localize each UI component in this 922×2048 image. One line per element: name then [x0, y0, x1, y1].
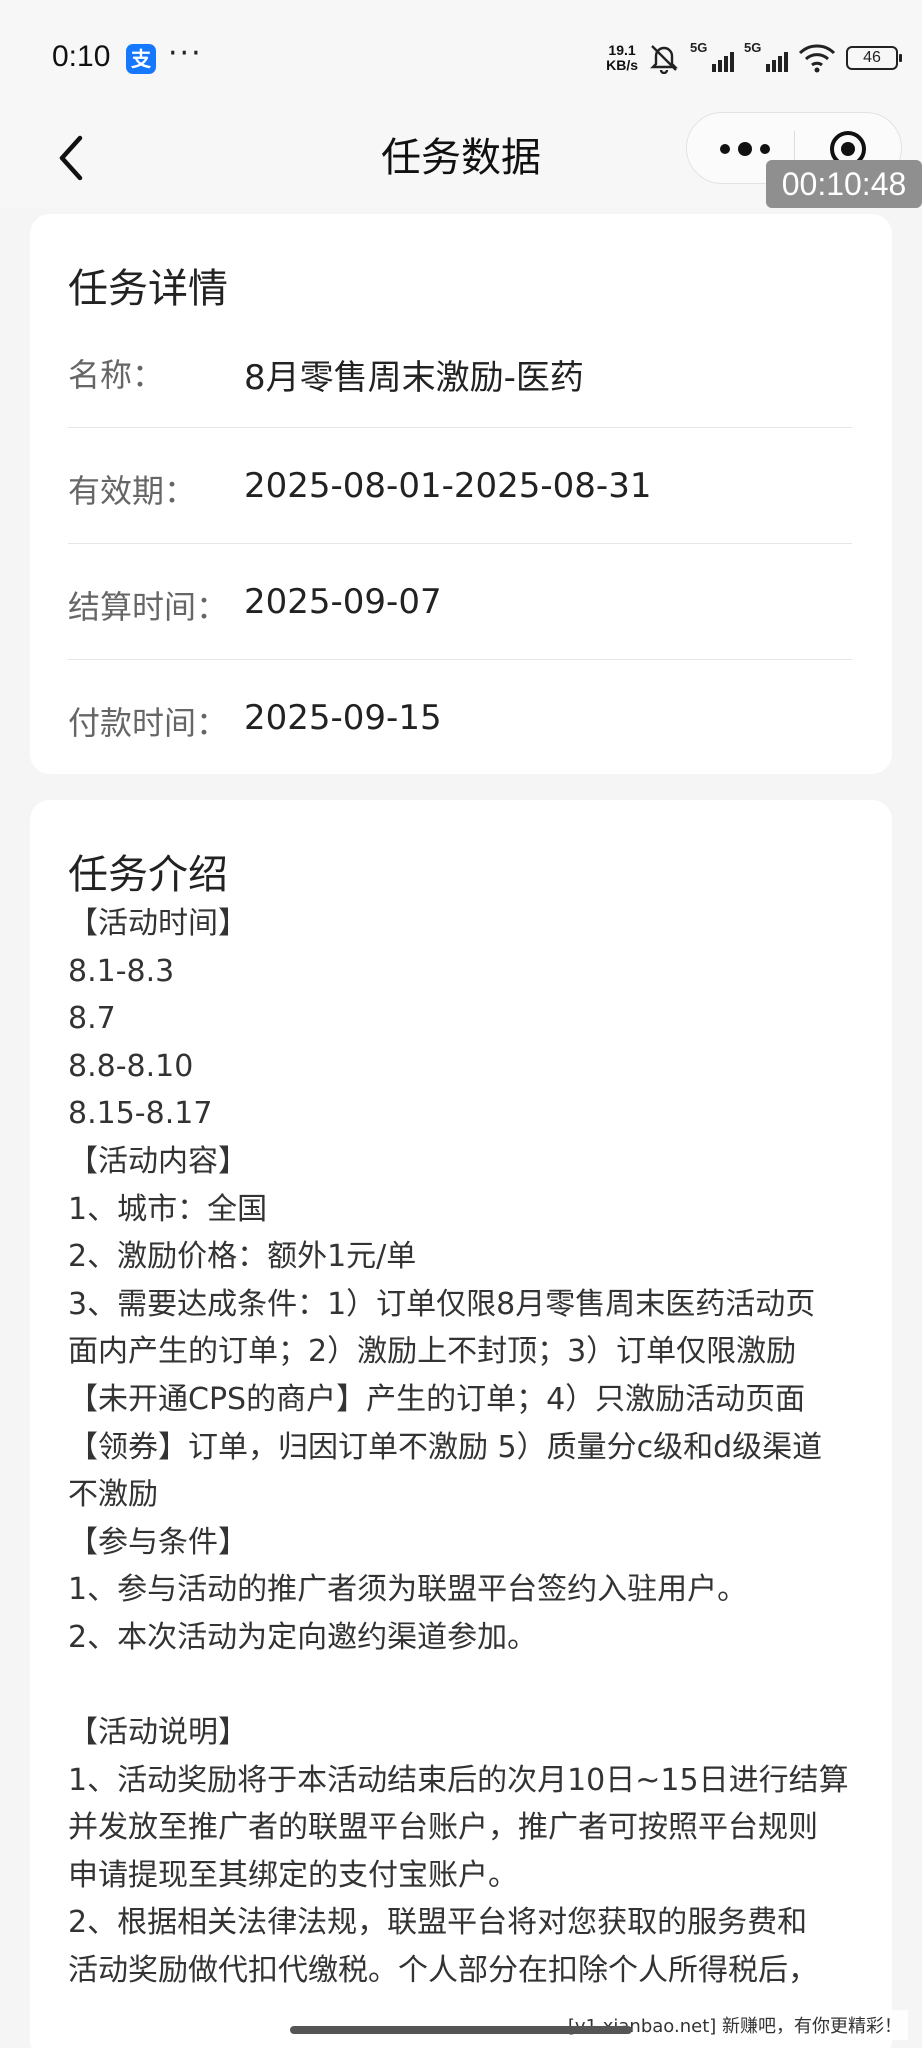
detail-label: 名称：	[68, 356, 165, 394]
intro-line: 【活动内容】	[68, 1143, 248, 1179]
signal-icon-sim1: 5G	[690, 40, 734, 72]
home-indicator[interactable]	[290, 2026, 632, 2034]
detail-value: 2025-09-07	[244, 582, 442, 622]
status-bar: 0:10 支 ··· 19.1 KB/s 5G 5G 46	[0, 0, 922, 110]
task-details-title: 任务详情	[68, 266, 228, 312]
intro-line: 【活动时间】	[68, 906, 248, 941]
intro-line: 1、活动奖励将于本活动结束后的次月10日~15日进行结算	[68, 1762, 849, 1798]
more-options-icon[interactable]	[715, 135, 775, 163]
intro-line: 8.15-8.17	[68, 1096, 213, 1132]
alipay-icon: 支	[126, 44, 156, 74]
intro-line: 【活动说明】	[68, 1715, 248, 1751]
intro-line: 2、激励价格：额外1元/单	[68, 1239, 417, 1275]
intro-line: 2、本次活动为定向邀约渠道参加。	[68, 1619, 538, 1655]
intro-line: 1、参与活动的推广者须为联盟平台签约入驻用户。	[68, 1572, 748, 1608]
task-intro-body: 【活动时间】 8.1-8.3 8.7 8.8-8.10 8.15-8.17 【活动内容】 1…	[68, 900, 858, 1995]
wifi-icon	[798, 44, 836, 73]
intro-line: 【未开通CPS的商户】产生的订单；4）只激励活动页面	[68, 1381, 806, 1417]
intro-line: 8.8-8.10	[68, 1048, 194, 1084]
detail-label: 结算时间：	[68, 588, 229, 626]
intro-line: 1、城市：全国	[68, 1191, 268, 1227]
detail-row-name: 名称： 8月零售周末激励-医药	[68, 312, 852, 428]
detail-value: 2025-09-15	[244, 698, 442, 738]
mute-bell-icon	[650, 45, 678, 74]
intro-line: 面内产生的订单；2）激励上不封顶；3）订单仅限激励	[68, 1334, 797, 1370]
detail-label: 付款时间：	[68, 704, 229, 742]
intro-line: 2、根据相关法律法规，联盟平台将对您获取的服务费和	[68, 1905, 808, 1941]
intro-line: 【参与条件】	[68, 1524, 248, 1560]
status-right-group: 19.1 KB/s 5G 5G 46	[606, 40, 902, 76]
task-intro-title: 任务介绍	[68, 852, 228, 898]
intro-line: 8.1-8.3	[68, 953, 175, 989]
detail-row-payment: 付款时间： 2025-09-15	[68, 660, 852, 776]
network-speed-value: 19.1	[608, 42, 636, 58]
intro-line: 并发放至推广者的联盟平台账户，推广者可按照平台规则	[68, 1810, 818, 1846]
intro-line: 活动奖励做代扣代缴税。个人部分在扣除个人所得税后，	[68, 1953, 818, 1989]
recording-timer-badge: 00:10:48	[766, 160, 922, 208]
detail-label: 有效期：	[68, 472, 197, 510]
intro-line: 不激励	[68, 1477, 158, 1513]
signal-icon-sim2: 5G	[744, 40, 788, 72]
task-intro-card: 任务介绍 【活动时间】 8.1-8.3 8.7 8.8-8.10 8.15-8.17 【活…	[30, 800, 892, 2048]
intro-line: 【领券】订单，归因订单不激励 5）质量分c级和d级渠道	[68, 1429, 823, 1465]
sim2-network-type: 5G	[744, 40, 762, 55]
detail-value: 8月零售周末激励-医药	[244, 358, 584, 398]
network-speed-unit: KB/s	[606, 57, 638, 73]
detail-value: 2025-08-01-2025-08-31	[244, 466, 652, 506]
battery-icon: 46	[846, 46, 902, 70]
status-time: 0:10	[52, 40, 111, 73]
task-details-card: 任务详情 名称： 8月零售周末激励-医药 有效期： 2025-08-01-202…	[30, 214, 892, 774]
intro-line: 申请提现至其绑定的支付宝账户。	[68, 1857, 518, 1893]
network-speed: 19.1 KB/s	[606, 43, 638, 73]
more-notifications-icon: ···	[168, 36, 203, 71]
detail-row-settlement: 结算时间： 2025-09-07	[68, 544, 852, 660]
intro-line: 8.7	[68, 1001, 116, 1037]
intro-line: 3、需要达成条件：1）订单仅限8月零售周末医药活动页	[68, 1286, 816, 1322]
detail-row-validity: 有效期： 2025-08-01-2025-08-31	[68, 428, 852, 544]
sim1-network-type: 5G	[690, 40, 708, 55]
watermark: [v1.xianbao.net] 新赚吧，有你更精彩！	[561, 2010, 908, 2040]
